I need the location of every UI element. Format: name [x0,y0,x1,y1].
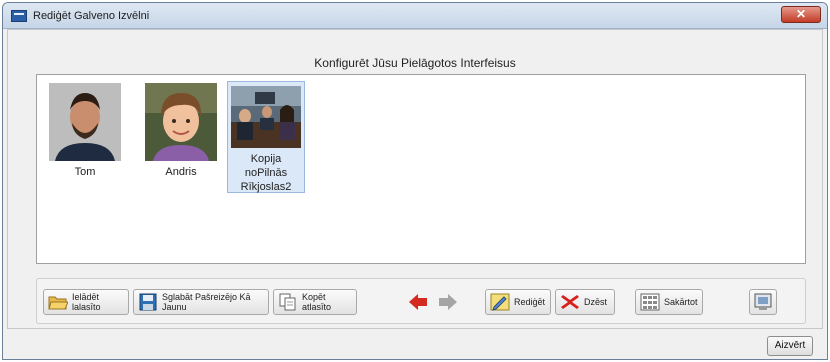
grid-arrange-icon [640,293,660,311]
save-current-as-new-button[interactable]: Sglabāt Pašreizējo Kā Jaunu [133,289,269,315]
gallery-item-kopija[interactable]: Kopija noPilnās Rīkjoslas2 [227,81,305,193]
person-photo-icon [49,83,121,161]
preview-button[interactable] [749,289,777,315]
configure-panel: Konfigurēt Jūsu Pielāgotos Interfeisus T… [7,29,823,329]
edit-pencil-icon [490,293,510,311]
monitor-icon [753,293,773,311]
copy-selected-button[interactable]: Kopēt atlasīto [273,289,357,315]
gallery-item-tom[interactable]: Tom [45,81,125,189]
panel-heading: Konfigurēt Jūsu Pielāgotos Interfeisus [314,56,516,70]
gallery-item-label: Tom [74,166,96,178]
interface-gallery: Tom Andris Kopija noPilnās Rīkjoslas2 [36,74,806,264]
close-dialog-button[interactable]: Aizvērt [767,336,813,356]
copy-pages-icon [278,293,298,311]
move-left-button[interactable] [405,289,431,315]
dialog-footer: Aizvērt [3,333,827,359]
floppy-disk-icon [138,293,158,311]
delete-x-icon [560,293,580,311]
arrange-label: Sakārtot [664,297,698,307]
load-selected-label: Ielādēt lalasīto [72,292,101,312]
edit-button[interactable]: Rediģēt [485,289,551,315]
move-right-button[interactable] [435,289,461,315]
dialog-window: Rediģēt Galveno Izvēlni ✕ Konfigurēt Jūs… [2,2,828,360]
meeting-photo-icon [231,86,301,148]
window-title: Rediģēt Galveno Izvēlni [33,10,150,22]
load-selected-button[interactable]: Ielādēt lalasīto [43,289,129,315]
gallery-item-label: Andris [165,166,197,178]
gallery-item-label: Kopija noPilnās Rīkjoslas2 [240,153,292,193]
edit-label: Rediģēt [514,297,546,307]
arrow-left-icon [408,293,428,311]
folder-open-icon [48,293,69,311]
child-photo-icon [145,83,217,161]
copy-selected-label: Kopēt atlasīto [302,292,332,312]
gallery-item-andris[interactable]: Andris [141,81,221,189]
window-close-button[interactable]: ✕ [781,6,821,23]
app-icon [11,10,27,22]
title-bar[interactable]: Rediģēt Galveno Izvēlni ✕ [3,3,827,29]
toolbar: Ielādēt lalasīto Sglabāt Pašreizējo Kā J… [36,278,806,324]
delete-button[interactable]: Dzēst [555,289,615,315]
save-current-as-new-label: Sglabāt Pašreizējo Kā Jaunu [162,292,251,312]
delete-label: Dzēst [584,297,608,307]
arrow-right-icon [438,293,458,311]
arrange-button[interactable]: Sakārtot [635,289,703,315]
